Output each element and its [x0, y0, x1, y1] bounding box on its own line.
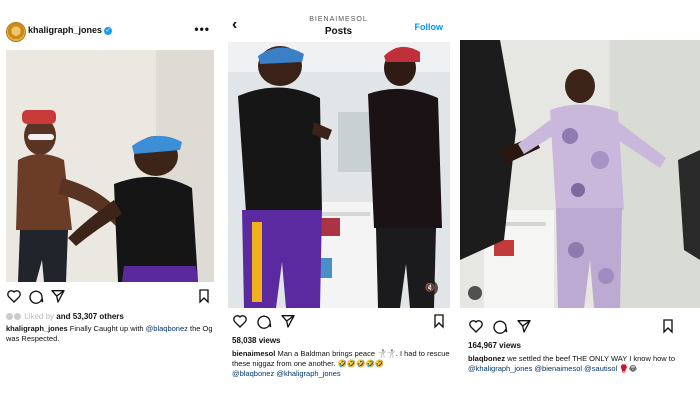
- post-video[interactable]: 🔇: [228, 42, 450, 308]
- bookmark-icon[interactable]: [431, 313, 447, 329]
- follow-button[interactable]: Follow: [415, 22, 444, 32]
- avatar[interactable]: [6, 22, 26, 42]
- more-icon[interactable]: •••: [194, 22, 210, 36]
- caption-username[interactable]: khaligraph_jones: [6, 324, 68, 333]
- mention-link[interactable]: @blaqbonez: [146, 324, 188, 333]
- view-count[interactable]: 164,967 views: [468, 341, 521, 350]
- action-bar: [460, 318, 700, 336]
- comment-icon[interactable]: [256, 313, 272, 329]
- post-khaligraph: khaligraph_jones ✓ ••• Liked by and 53,3…: [0, 0, 218, 400]
- share-icon[interactable]: [516, 318, 532, 334]
- username[interactable]: khaligraph_jones: [28, 25, 102, 35]
- heart-icon[interactable]: [232, 313, 248, 329]
- action-bar: [0, 288, 218, 306]
- bookmark-icon[interactable]: [660, 318, 676, 334]
- action-bar: [222, 313, 455, 331]
- caption: blaqbonez we settled the beef THE ONLY W…: [468, 354, 696, 374]
- post-image[interactable]: [6, 50, 214, 282]
- video-two-men-face-off: [228, 42, 450, 308]
- photo-two-men-embracing: [6, 50, 214, 282]
- caption-username[interactable]: bienaimesol: [232, 349, 275, 358]
- username-link[interactable]: khaligraph_jones ✓: [28, 25, 113, 35]
- caption: khaligraph_jones Finally Caught up with …: [6, 324, 214, 344]
- avatar: [6, 313, 13, 321]
- mention-link[interactable]: @khaligraph_jones: [468, 364, 532, 373]
- avatar: [14, 313, 21, 321]
- bookmark-icon[interactable]: [196, 288, 212, 304]
- view-count[interactable]: 58,038 views: [232, 336, 280, 345]
- share-icon[interactable]: [50, 288, 66, 304]
- share-icon[interactable]: [280, 313, 296, 329]
- verified-icon: ✓: [104, 26, 113, 35]
- likes-count[interactable]: Liked by and 53,307 others: [6, 312, 214, 321]
- tagged-people-icon[interactable]: [468, 286, 482, 300]
- caption-username[interactable]: blaqbonez: [468, 354, 505, 363]
- caption-text: Finally Caught up with: [69, 324, 144, 333]
- likes-text: and 53,307 others: [56, 312, 124, 321]
- post-video[interactable]: [460, 40, 700, 308]
- post-header: ‹ BIENAIMESOL Posts Follow: [222, 0, 455, 44]
- likes-prefix: Liked by: [24, 312, 55, 321]
- video-man-in-camo: [460, 40, 700, 308]
- mute-icon[interactable]: 🔇: [422, 280, 438, 296]
- mention-link[interactable]: @sautisol: [584, 364, 617, 373]
- caption: bienaimesol Man a Baldman brings peace 🤺…: [232, 349, 450, 379]
- comment-icon[interactable]: [492, 318, 508, 334]
- comment-icon[interactable]: [28, 288, 44, 304]
- post-header: khaligraph_jones ✓ •••: [0, 0, 218, 44]
- post-bienaimesol: ‹ BIENAIMESOL Posts Follow 🔇 58,038 view…: [222, 0, 455, 400]
- mention-link[interactable]: @khaligraph_jones: [276, 369, 340, 378]
- caption-text: we settled the beef THE ONLY WAY I know …: [507, 354, 676, 363]
- mention-link[interactable]: @bienaimesol: [534, 364, 582, 373]
- post-blaqbonez: 164,967 views blaqbonez we settled the b…: [460, 0, 700, 400]
- mention-link[interactable]: @blaqbonez: [232, 369, 274, 378]
- heart-icon[interactable]: [6, 288, 22, 304]
- heart-icon[interactable]: [468, 318, 484, 334]
- caption-emoji: 🥊😂: [619, 364, 638, 373]
